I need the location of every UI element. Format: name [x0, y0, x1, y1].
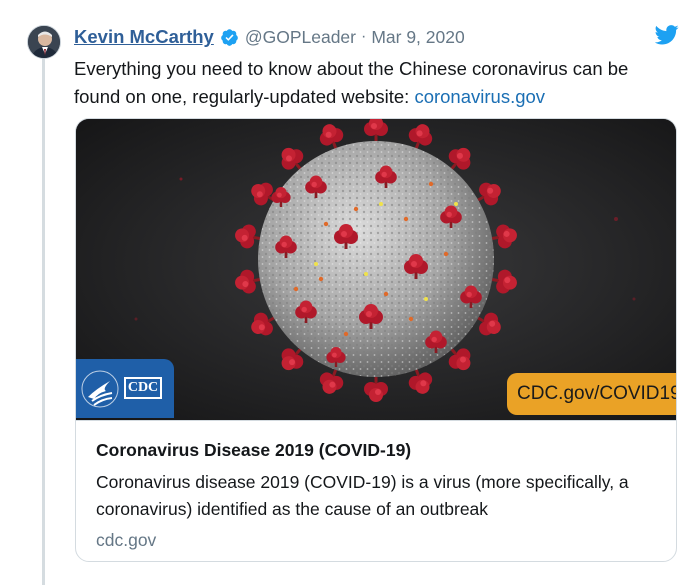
card-domain[interactable]: cdc.gov: [96, 528, 658, 552]
avatar[interactable]: [27, 25, 61, 59]
avatar-photo: [28, 26, 60, 58]
header-separator: ·: [360, 28, 367, 45]
card-body[interactable]: Coronavirus Disease 2019 (COVID-19) Coro…: [76, 420, 676, 561]
tweet-header: Kevin McCarthy @GOPLeader · Mar 9, 2020: [74, 24, 465, 50]
cdc-logo: CDC: [76, 359, 174, 418]
card-image[interactable]: CDC CDC.gov/COVID19: [76, 119, 676, 420]
tweet-date[interactable]: Mar 9, 2020: [371, 27, 464, 48]
thread-line: [42, 58, 45, 585]
hhs-eagle-icon: [81, 370, 119, 408]
author-handle[interactable]: @GOPLeader: [245, 27, 356, 48]
tweet-body: Everything you need to know about the Ch…: [74, 58, 629, 107]
link-card[interactable]: CDC CDC.gov/COVID19 Coronavirus Disease …: [75, 118, 677, 562]
verified-badge-icon: [220, 28, 239, 47]
tweet-link[interactable]: coronavirus.gov: [414, 86, 545, 107]
card-title[interactable]: Coronavirus Disease 2019 (COVID-19): [96, 438, 658, 462]
cdc-url-badge: CDC.gov/COVID19: [507, 373, 676, 415]
cdc-logo-text: CDC: [124, 377, 162, 399]
author-name[interactable]: Kevin McCarthy: [74, 26, 214, 48]
card-description: Coronavirus disease 2019 (COVID-19) is a…: [96, 472, 629, 519]
tweet-text: Everything you need to know about the Ch…: [74, 55, 674, 111]
twitter-bird-icon[interactable]: [655, 25, 679, 45]
